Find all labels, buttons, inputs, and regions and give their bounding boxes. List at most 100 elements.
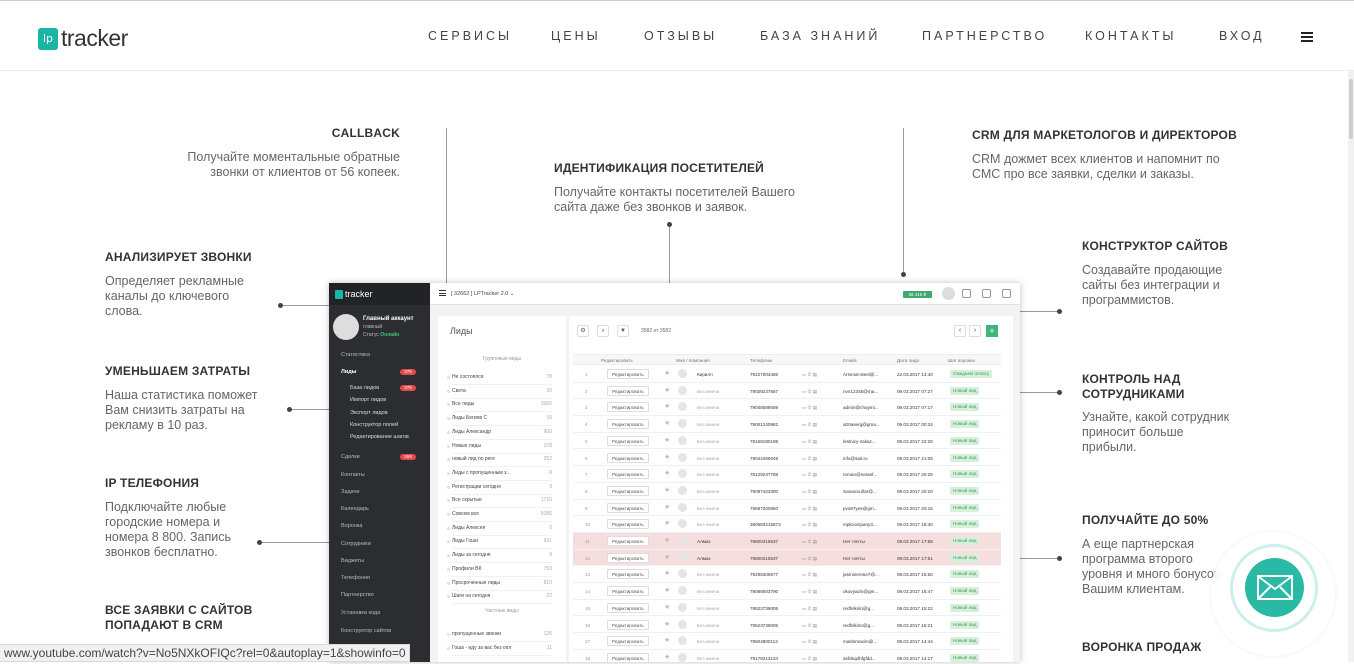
lead-date: 08.03.2017 15:21 [897,622,933,628]
lead-avatar [678,485,687,495]
lead-phone: 79178213134 [750,655,779,661]
connector-dot [1057,556,1062,561]
feature-title: ПОЛУЧАЙТЕ ДО 50% [1082,513,1209,527]
row-number: 2 [585,388,588,394]
group-item: Лиды за сегодня 9 [447,550,552,564]
group-count: 753 [543,565,552,572]
group-count: 931 [543,538,552,545]
nav-reviews[interactable]: ОТЗЫВЫ [644,29,717,43]
search-icon: ⌕ [597,325,609,337]
row-number: 5 [585,438,588,444]
lead-avatar [678,452,687,462]
edit-button: Редактировать [607,369,649,379]
feature-text: Создавайте продающие сайты без интеграци… [1082,263,1223,307]
edit-button: Редактировать [607,435,649,446]
site-header: lp tracker СЕРВИСЫ ЦЕНЫ ОТЗЫВЫ БАЗА ЗНАН… [0,1,1354,71]
sidebar-item: Статистика [341,352,370,358]
crm-dashboard-preview: tracker Главный аккаунт главный Статус О… [329,283,1020,662]
lead-name: Без имени [697,472,720,478]
phone-icon: ▭ ✆ ▤ [802,655,818,661]
table-row: 7 Редактировать ★ Без имени 78129237788 ▭ ✆ ▤… [573,466,1001,483]
feature-text: Наша статистика поможет Вам снизить затр… [105,388,258,432]
pagination-count: 3582 от 3582 [641,328,671,334]
lead-email: redfolkirin@g... [843,622,874,628]
page-scrollbar[interactable] [1348,71,1354,662]
sidebar-item: Конструктор сайтов [341,628,392,634]
account-status: Статус Онлайн [363,332,400,338]
group-count: 252 [543,456,552,463]
nav-knowledge-base[interactable]: БАЗА ЗНАНИЙ [760,29,880,43]
column-header: Телефоны [750,358,773,363]
star-icon: ★ [664,637,671,645]
group-item: Новые лиды 378 [447,441,552,454]
lead-avatar [678,402,687,412]
feature-title: CALLBACK [331,126,400,140]
table-row: 14 Редактировать ★ Без имени 79089003790 ▭ ✆ … [573,583,1001,600]
group-name: Все лиды [452,401,475,408]
hamburger-icon[interactable] [1301,32,1313,42]
group-item: новый лид по реге 252 [447,454,552,468]
nav-services[interactable]: СЕРВИСЫ [428,29,512,43]
table-row: 2 Редактировать ★ Без имени 79029237657 ▭ ✆ ▤… [573,383,1001,400]
logo[interactable]: lp tracker [38,25,128,52]
lead-phone: 79504800113 [750,639,778,645]
group-name: Лиды за сегодня [452,552,491,559]
lead-avatar [678,636,687,646]
feature-title: КОНСТРУКТОР САЙТОВ [1082,239,1228,253]
account-name: Главный аккаунт [363,316,414,322]
sidebar-logo-badge [335,289,343,299]
group-name: Лиды Алексея [452,524,486,531]
group-name: пропущенные звонки [452,631,502,637]
group-count: 9 [549,552,552,559]
edit-button: Редактировать [607,469,649,480]
lead-date: 08.03.2017 22:28 [897,438,933,444]
lead-avatar [678,552,687,562]
funnel-step-badge: Новый лид [950,553,980,562]
group-item: Гоша - иду за вас без опл 11 [447,643,552,656]
nav-contacts[interactable]: КОНТАКТЫ [1085,29,1176,43]
mail-button[interactable] [1233,547,1315,629]
lead-avatar [678,469,687,479]
lead-phone: 79097423300 [750,488,779,494]
star-icon: ★ [664,470,671,478]
lead-date: 09.03.2017 07:17 [897,405,933,411]
group-item: Регистрации сегодня 3 [447,482,552,495]
table-row: 6 Редактировать ★ Без имени 79044466049 ▭ ✆ ▤… [573,450,1001,467]
lead-name: Без имени [697,589,720,595]
group-name: Все скрытые [452,497,482,504]
funnel-step-badge: Новый лид [950,403,980,412]
lead-date: 08.03.2017 15:22 [897,605,933,611]
star-icon: ★ [664,603,671,611]
connector-callback [446,128,447,286]
lead-date: 08.03.2017 17:51 [897,555,933,561]
lead-email: Sanarov.illar@... [843,488,877,494]
topbar-title: [ 32662 ] LPTracker 2.0 ⌄ [451,291,515,297]
phone-icon: ▭ ✆ ▤ [802,405,818,411]
row-number: 11 [585,539,590,544]
sidebar-item: Телефония [341,575,370,581]
nav-partnership[interactable]: ПАРТНЕРСТВО [922,29,1047,43]
group-count: 0 [549,524,552,531]
nav-prices[interactable]: ЦЕНЫ [551,29,601,43]
lead-date: 08.03.2017 21:06 [897,455,933,461]
lead-avatar [678,619,687,629]
edit-button: Редактировать [607,452,649,463]
lead-name: Без имени [697,422,720,428]
lead-name: Без имени [697,622,720,628]
funnel-step-badge: Новый лид [950,587,980,596]
funnel-step-badge: Новый лид [950,420,980,429]
phone-icon: ▭ ✆ ▤ [802,572,818,578]
feature-builder: КОНСТРУКТОР САЙТОВ Создавайте продающие … [1082,239,1242,308]
nav-login[interactable]: ВХОД [1219,29,1265,43]
row-number: 6 [585,455,588,461]
group-count: 3365 [540,401,552,408]
lead-date: 08.03.2017 14:44 [897,639,933,645]
lead-email: jasminerose7@... [843,572,879,578]
lead-phone: 380683215873 [750,522,781,528]
group-name: Света [452,387,466,394]
lead-name: Без имени [697,488,720,494]
group-count: 11 [546,644,552,651]
lead-email: roman@netanf... [843,472,878,478]
lead-name: Кирилл [697,372,713,377]
sidebar-item: Контакты [341,472,365,478]
